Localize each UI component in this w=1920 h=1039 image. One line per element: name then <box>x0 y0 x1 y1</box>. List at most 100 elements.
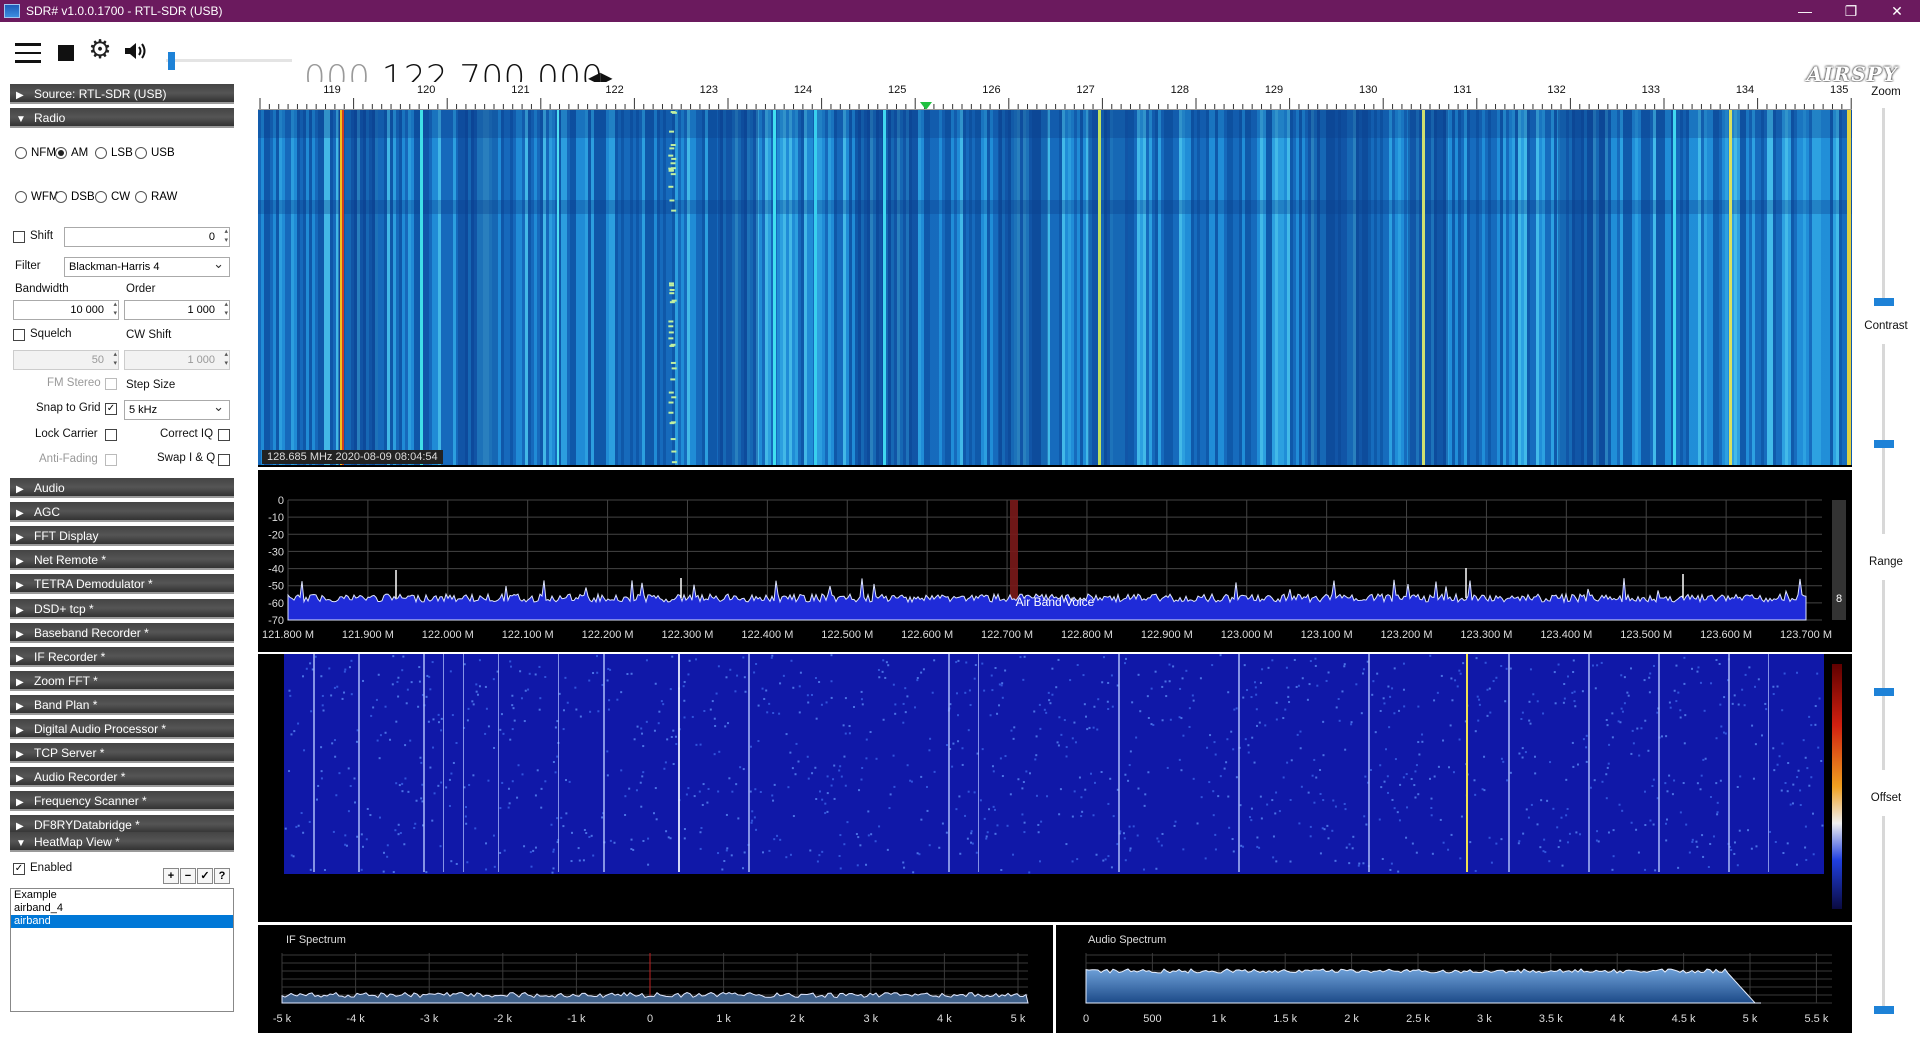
audio-freq-label: 1.5 k <box>1273 1013 1297 1025</box>
plugin-header-if-recorder[interactable]: ▶ IF Recorder * <box>10 646 234 667</box>
radio-circle <box>95 147 107 159</box>
plugin-header-audio[interactable]: ▶ Audio <box>10 478 234 498</box>
db-label: 0 <box>278 495 284 507</box>
heatmap-status: 128.685 MHz 2020-08-09 08:04:54 <box>262 450 443 464</box>
zoom-slider[interactable] <box>1874 298 1894 306</box>
if-spectrum[interactable]: IF Spectrum -5 k -4 k -3 k -2 k -1 k 0 1 k 2 k 3 … <box>258 925 1053 1033</box>
scale-label: 129 <box>1265 84 1283 96</box>
check-icon[interactable]: ✓ <box>197 868 213 884</box>
list-item[interactable]: airband <box>11 915 233 928</box>
gear-icon[interactable]: ⚙ <box>86 34 114 64</box>
plugin-header-dsd-tcp[interactable]: ▶ DSD+ tcp * <box>10 598 234 619</box>
speaker-icon[interactable] <box>122 38 150 64</box>
shift-checkbox[interactable] <box>13 231 25 243</box>
plugin-header-net-remote[interactable]: ▶ Net Remote * <box>10 550 234 571</box>
mode-label: RAW <box>151 191 178 203</box>
heatmap-image[interactable] <box>258 110 1852 467</box>
list-item[interactable]: Example <box>11 889 233 902</box>
mode-radio-nfm[interactable]: NFM <box>15 147 56 159</box>
help-icon[interactable]: ? <box>214 868 230 884</box>
spectrum-analyzer[interactable]: 0 -10 -20 -30 -40 -50 -60 -70 121.800 M 121.900 M… <box>258 470 1852 652</box>
correctiq-label: Correct IQ <box>160 428 214 440</box>
offset-slider[interactable] <box>1874 1006 1894 1014</box>
squelch-checkbox[interactable] <box>13 329 25 341</box>
restore-button[interactable]: ❐ <box>1828 0 1874 22</box>
scale-label: 134 <box>1736 84 1754 96</box>
if-freq-label: -4 k <box>346 1013 365 1025</box>
mode-radio-lsb[interactable]: LSB <box>95 147 133 159</box>
volume-slider[interactable] <box>166 52 292 70</box>
radio-circle <box>95 191 107 203</box>
swapiq-checkbox[interactable] <box>218 454 230 466</box>
radio-circle <box>135 191 147 203</box>
plugin-header-tcp-server[interactable]: ▶ TCP Server * <box>10 743 234 764</box>
radio-header[interactable]: ▼ Radio <box>10 108 234 128</box>
freq-label: 122.300 M <box>661 629 713 641</box>
antifading-checkbox[interactable] <box>105 454 117 466</box>
plugin-header-audio-recorder[interactable]: ▶ Audio Recorder * <box>10 767 234 788</box>
list-item[interactable]: airband_4 <box>11 902 233 915</box>
audio-freq-label: 2.5 k <box>1406 1013 1430 1025</box>
plugin-header-tetra-demodulator[interactable]: ▶ TETRA Demodulator * <box>10 574 234 595</box>
mode-label: AM <box>71 147 89 159</box>
plugin-header-band-plan[interactable]: ▶ Band Plan * <box>10 694 234 715</box>
close-button[interactable]: ✕ <box>1874 0 1920 22</box>
freq-label: 122.100 M <box>502 629 554 641</box>
plugin-header-frequency-scanner[interactable]: ▶ Frequency Scanner * <box>10 791 234 812</box>
mode-radio-dsb[interactable]: DSB <box>55 191 95 203</box>
scale-label: 124 <box>794 84 812 96</box>
plugin-header-zoom-fft[interactable]: ▶ Zoom FFT * <box>10 670 234 691</box>
heatmap-waterfall[interactable]: 119 120 121 122 123 124 125 126 127 128 129 130 131 1… <box>258 82 1852 467</box>
right-panel: Zoom Contrast Range Offset <box>1852 82 1920 1039</box>
freq-label: 122.200 M <box>582 629 634 641</box>
mode-radio-cw[interactable]: CW <box>95 191 130 203</box>
swapiq-label: Swap I & Q <box>157 452 216 464</box>
plugin-header-digital-audio-processor[interactable]: ▶ Digital Audio Processor * <box>10 719 234 739</box>
waterfall-display[interactable] <box>258 654 1852 922</box>
squelch-field[interactable]: 50 <box>13 350 119 370</box>
audio-freq-label: 4 k <box>1610 1013 1625 1025</box>
db-label: -20 <box>268 529 284 541</box>
mode-radio-wfm[interactable]: WFM <box>15 191 58 203</box>
cwshift-field[interactable]: 1 000 <box>124 350 230 370</box>
stepsize-select[interactable]: 5 kHz <box>124 398 230 420</box>
contrast-slider[interactable] <box>1874 440 1894 448</box>
range-slider[interactable] <box>1874 688 1894 696</box>
correctiq-checkbox[interactable] <box>218 429 230 441</box>
minimize-button[interactable]: — <box>1782 0 1828 22</box>
remove-icon[interactable]: − <box>180 868 196 884</box>
freq-label: 121.800 M <box>262 629 314 641</box>
if-spectrum-title: IF Spectrum <box>286 934 346 946</box>
stop-icon[interactable] <box>52 40 80 66</box>
plugin-header-fft-display[interactable]: ▶ FFT Display <box>10 526 234 547</box>
if-freq-label: -5 k <box>273 1013 292 1025</box>
mode-label: USB <box>151 147 175 159</box>
fmstereo-checkbox[interactable] <box>105 378 117 390</box>
plugin-header-baseband-recorder[interactable]: ▶ Baseband Recorder * <box>10 622 234 643</box>
scale-label: 126 <box>982 84 1000 96</box>
scale-label: 122 <box>605 84 623 96</box>
audio-freq-label: 2 k <box>1344 1013 1359 1025</box>
audio-spectrum[interactable]: Audio Spectrum 0 500 1 k 1.5 k 2 k 2.5 k 3 k 3.5… <box>1056 925 1852 1033</box>
heatmap-header[interactable]: ▼ HeatMap View * <box>10 832 234 852</box>
mode-radio-am[interactable]: AM <box>55 147 88 159</box>
filter-select[interactable]: Blackman-Harris 4 <box>64 255 230 277</box>
enabled-checkbox[interactable]: ✓ <box>13 863 25 875</box>
if-freq-label: 2 k <box>790 1013 805 1025</box>
frequency-scale: 119 120 121 122 123 124 125 126 127 128 129 130 131 1… <box>258 82 1852 110</box>
mode-radio-usb[interactable]: USB <box>135 147 175 159</box>
audio-freq-label: 5.5 k <box>1804 1013 1828 1025</box>
plugin-header-agc[interactable]: ▶ AGC <box>10 502 234 523</box>
menu-icon[interactable] <box>14 40 42 66</box>
mode-radio-raw[interactable]: RAW <box>135 191 177 203</box>
add-icon[interactable]: + <box>163 868 179 884</box>
heatmap-list[interactable]: Example airband_4 airband <box>10 888 234 1012</box>
snap-checkbox[interactable]: ✓ <box>105 403 117 415</box>
shift-field[interactable]: 0 <box>64 227 230 247</box>
source-header[interactable]: ▶ Source: RTL-SDR (USB) <box>10 84 234 104</box>
title-bar: SDR# v1.0.0.1700 - RTL-SDR (USB) — ❐ ✕ <box>0 0 1920 22</box>
lockcarrier-checkbox[interactable] <box>105 429 117 441</box>
order-field[interactable]: 1 000 <box>124 300 230 320</box>
freq-label: 122.900 M <box>1141 629 1193 641</box>
bandwidth-field[interactable]: 10 000 <box>13 300 119 320</box>
